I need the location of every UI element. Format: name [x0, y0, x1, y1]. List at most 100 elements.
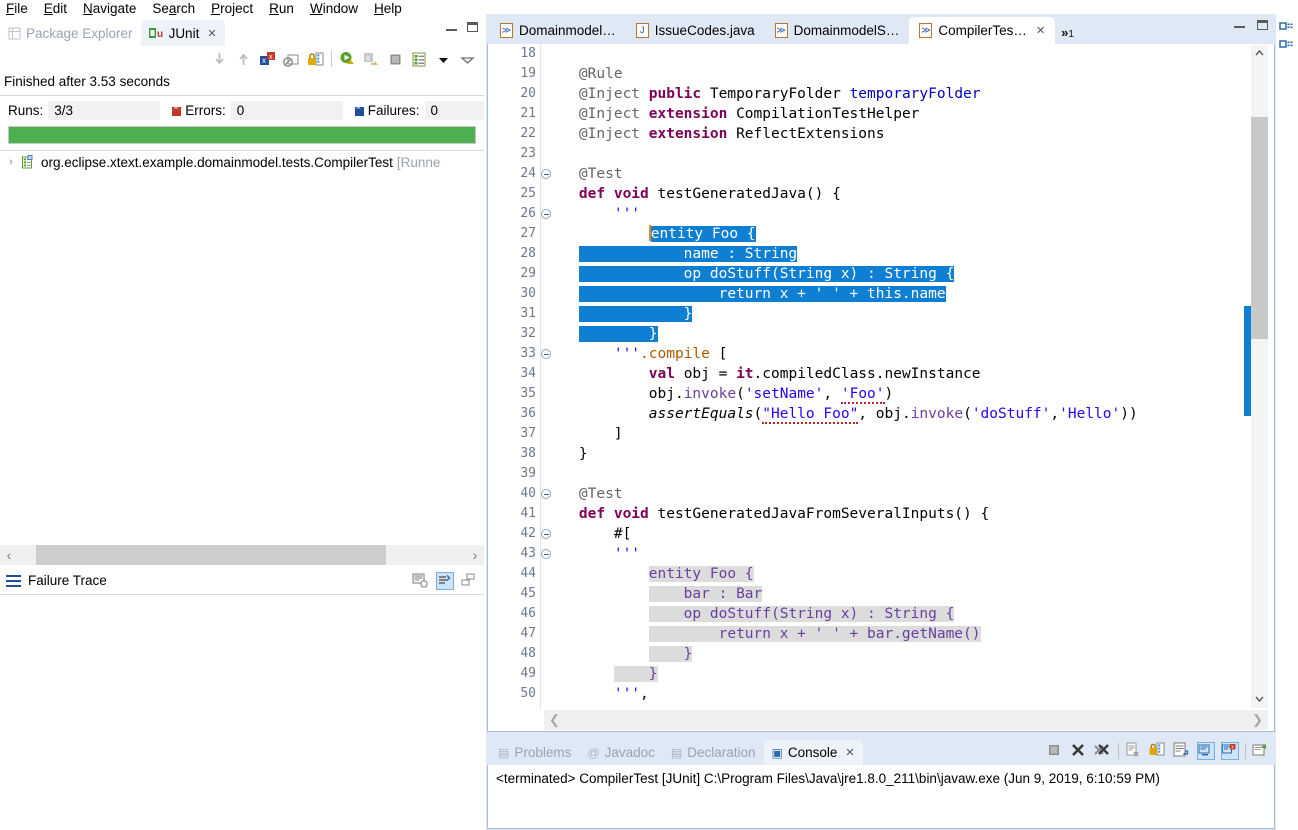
- view-menu-list-icon[interactable]: [411, 51, 428, 68]
- editor-tab-0[interactable]: ≫ Domainmodel…: [490, 17, 626, 44]
- rerun-failed-icon[interactable]: x: [363, 51, 380, 68]
- java-perspective-icon[interactable]: [1279, 22, 1295, 38]
- editor-horizontal-scrollbar[interactable]: ❮ ❯: [544, 710, 1268, 730]
- code-token: it: [736, 366, 754, 382]
- terminate-icon[interactable]: [1046, 742, 1064, 760]
- code-line: ''',: [544, 684, 1244, 704]
- close-icon[interactable]: ✕: [845, 746, 854, 759]
- menu-edit[interactable]: Edit: [36, 0, 75, 18]
- remove-launch-icon[interactable]: [1070, 742, 1088, 760]
- menu-window[interactable]: Window: [302, 0, 366, 18]
- scroll-up-arrow[interactable]: [1251, 50, 1268, 67]
- runs-label: Runs:: [8, 102, 44, 118]
- minimize-icon[interactable]: [446, 29, 457, 31]
- scroll-left-arrow[interactable]: ❮: [549, 712, 560, 728]
- console-tab-console[interactable]: ▣ Console ✕: [763, 740, 863, 765]
- console-tab-javadoc[interactable]: @ Javadoc: [579, 740, 662, 765]
- code-line: #[: [544, 524, 1244, 544]
- show-failures-only-icon[interactable]: x x: [259, 51, 276, 68]
- minimize-icon[interactable]: [1234, 26, 1245, 28]
- code-token: @Inject: [578, 126, 641, 142]
- compare-results-icon[interactable]: [412, 572, 430, 590]
- code-token: )): [1120, 406, 1138, 422]
- show-console-on-error-icon[interactable]: x: [1221, 742, 1239, 760]
- editor-tab-label: CompilerTes…: [938, 23, 1027, 38]
- view-tab-junit[interactable]: u JUnit ✕: [140, 20, 225, 46]
- view-menu-icon[interactable]: [459, 51, 476, 68]
- tab-overflow-chevron[interactable]: » 1: [1055, 25, 1082, 44]
- scroll-right-arrow[interactable]: ›: [466, 547, 484, 563]
- line-number: 24: [488, 164, 551, 184]
- line-number: 28: [520, 246, 536, 261]
- filter-stack-trace-icon[interactable]: [436, 571, 454, 590]
- menu-file[interactable]: File: [0, 0, 36, 18]
- maximize-icon[interactable]: [467, 22, 478, 32]
- menu-mnemonic: H: [373, 1, 384, 16]
- scroll-left-arrow[interactable]: ‹: [0, 547, 18, 563]
- code-token: }: [613, 666, 658, 682]
- maximize-icon[interactable]: [1257, 20, 1268, 30]
- stop-icon[interactable]: [387, 51, 404, 68]
- editor-tab-2[interactable]: ≫ DomainmodelS…: [765, 17, 910, 44]
- show-console-on-output-icon[interactable]: [1197, 742, 1215, 760]
- dropdown-arrow-icon[interactable]: [435, 51, 452, 68]
- next-failure-icon[interactable]: [211, 51, 228, 68]
- code-line: assertEquals("Hello Foo", obj.invoke('do…: [544, 404, 1244, 424]
- close-icon[interactable]: ✕: [207, 27, 216, 40]
- stop-on-error-icon[interactable]: [283, 51, 300, 68]
- code-area[interactable]: 18 19 20 21 22 23 24 25 26 27 28 29 30 31 32 33 34 35 36 37…: [488, 44, 1244, 709]
- line-number: 31: [520, 306, 536, 321]
- menu-navigate[interactable]: Navigate: [75, 0, 144, 18]
- svg-text:u: u: [157, 29, 163, 40]
- code-token: entity Foo {: [650, 226, 756, 242]
- menu-mnemonic: R: [269, 1, 279, 16]
- code-token: ''': [613, 206, 641, 222]
- clear-console-icon[interactable]: [1125, 742, 1143, 760]
- code-line: }: [544, 644, 1244, 664]
- menu-project[interactable]: Project: [203, 0, 261, 18]
- junit-horizontal-scrollbar[interactable]: ‹ ›: [0, 545, 484, 565]
- menu-search[interactable]: Search: [144, 0, 203, 18]
- scroll-right-arrow[interactable]: ❯: [1252, 712, 1263, 728]
- menu-help[interactable]: Help: [366, 0, 410, 18]
- close-icon[interactable]: ✕: [1036, 24, 1045, 37]
- maximize-icon[interactable]: [460, 572, 478, 590]
- previous-failure-icon[interactable]: [235, 51, 252, 68]
- code-line: @Inject public TemporaryFolder temporary…: [544, 84, 1244, 104]
- word-wrap-icon[interactable]: [1173, 742, 1191, 760]
- menu-run[interactable]: Run: [261, 0, 302, 18]
- scroll-lock-icon[interactable]: [1149, 742, 1167, 760]
- code-token: ,: [823, 386, 841, 402]
- scroll-thumb[interactable]: [36, 545, 386, 565]
- code-token: (: [753, 406, 763, 422]
- rerun-test-icon[interactable]: [339, 51, 356, 68]
- remove-all-launches-icon[interactable]: [1094, 742, 1112, 760]
- view-tab-package-explorer[interactable]: Package Explorer: [0, 20, 141, 46]
- lock-scroll-icon[interactable]: [307, 51, 324, 68]
- open-console-icon[interactable]: [1252, 742, 1270, 760]
- debug-perspective-icon[interactable]: [1279, 40, 1295, 56]
- line-number: 27: [520, 226, 536, 241]
- console-tab-problems[interactable]: ▤ Problems: [490, 740, 579, 765]
- scroll-thumb[interactable]: [1251, 117, 1268, 339]
- editor-vertical-scrollbar[interactable]: [1251, 45, 1268, 708]
- line-number: 41: [520, 506, 536, 521]
- editor-tab-1[interactable]: J IssueCodes.java: [626, 17, 765, 44]
- editor-tab-3[interactable]: ≫ CompilerTes… ✕: [909, 17, 1056, 44]
- code-token: extension: [648, 126, 728, 142]
- scroll-track[interactable]: [18, 545, 466, 565]
- code-text[interactable]: @Rule @Inject public TemporaryFolder tem…: [544, 44, 1244, 709]
- test-tree-row[interactable]: › org.eclipse.xtext.example.domainmodel.…: [0, 151, 484, 173]
- editor-tab-label: Domainmodel…: [519, 23, 616, 38]
- code-token: invoke: [910, 406, 964, 422]
- code-line: op doStuff(String x) : String {: [544, 604, 1244, 624]
- expand-arrow-icon[interactable]: ›: [4, 156, 18, 168]
- scroll-down-arrow[interactable]: [1251, 691, 1268, 708]
- console-tab-declaration[interactable]: ▤ Declaration: [663, 740, 764, 765]
